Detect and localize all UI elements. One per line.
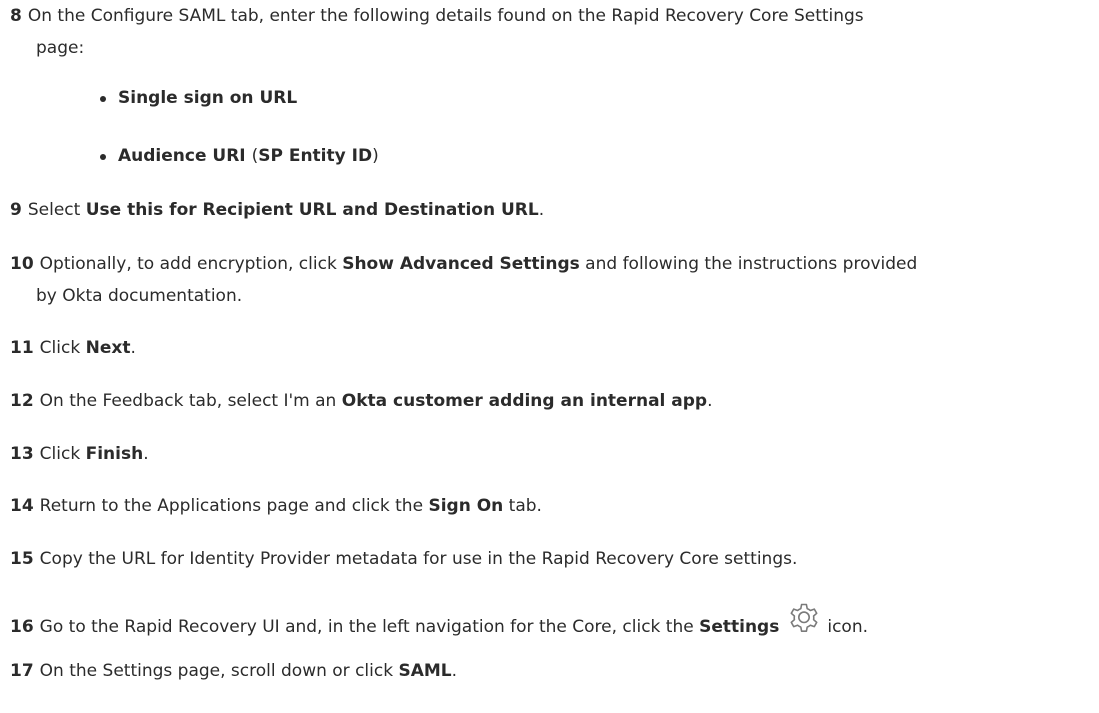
document-page: 8 On the Configure SAML tab, enter the fo… [0, 0, 1099, 713]
step-8-continuation: page: [36, 32, 1099, 64]
step-number: 8 [10, 6, 22, 26]
bullet-text: Single sign on URL [118, 88, 298, 108]
step-17: 17 On the Settings page, scroll down or c… [10, 661, 458, 681]
step-10-continuation: by Okta documentation. [36, 286, 243, 306]
step-14: 14 Return to the Applications page and cl… [10, 496, 542, 516]
step-9: 9 Select Use this for Recipient URL and D… [10, 200, 545, 220]
step-13: 13 Click Finish. [10, 444, 149, 464]
step-15: 15 Copy the URL for Identity Provider met… [10, 549, 798, 569]
step-12: 12 On the Feedback tab, select I'm an Okt… [10, 391, 713, 411]
bullet-audience-uri: Audience URI (SP Entity ID) [100, 140, 379, 172]
step-10: 10 Optionally, to add encryption, click S… [10, 254, 918, 274]
bullet-text: Audience URI [118, 146, 252, 166]
gear-icon [787, 602, 821, 636]
step-text: On the Configure SAML tab, enter the fol… [27, 6, 864, 26]
step-11: 11 Click Next. [10, 338, 136, 358]
bullet-single-sign-on-url: Single sign on URL [99, 82, 298, 114]
step-16: 16 Go to the Rapid Recovery UI and, in th… [10, 602, 1085, 643]
step-text: page: [36, 38, 85, 58]
step-8: 8 On the Configure SAML tab, enter the fo… [10, 0, 1085, 32]
